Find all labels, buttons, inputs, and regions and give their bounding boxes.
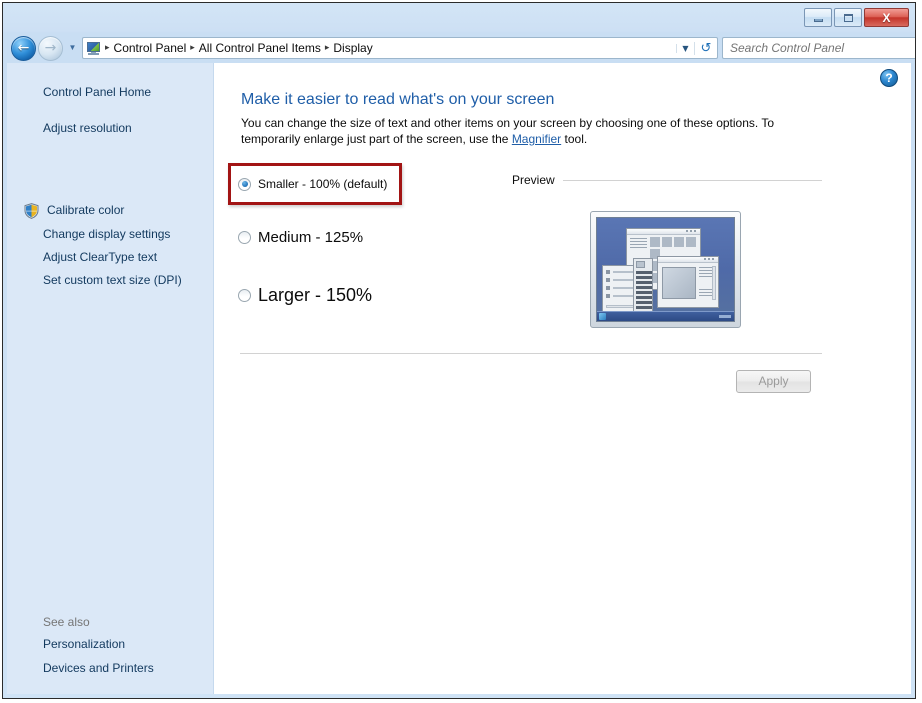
sidebar-item-control-panel-home[interactable]: Control Panel Home (43, 85, 151, 99)
preview-side-lines-top (699, 267, 712, 279)
sidebar-item-set-custom-text-size[interactable]: Set custom text size (DPI) (43, 273, 182, 287)
maximize-icon (843, 13, 853, 22)
preview-content-pane (662, 267, 696, 299)
preview-label: Preview (512, 173, 555, 187)
radio-option-larger[interactable]: Larger - 150% (238, 285, 372, 306)
radio-button-medium[interactable] (238, 231, 251, 244)
apply-section-divider (240, 353, 822, 354)
page-description: You can change the size of text and othe… (241, 115, 781, 147)
preview-taskbar (597, 311, 734, 321)
page-title: Make it easier to read what's on your sc… (241, 91, 555, 108)
search-box[interactable]: ⚲ (722, 37, 915, 59)
preview-system-tray (719, 315, 731, 318)
see-also-label: See also (43, 615, 90, 629)
radio-label-smaller: Smaller - 100% (default) (258, 177, 388, 191)
radio-option-medium[interactable]: Medium - 125% (238, 229, 363, 246)
search-input[interactable] (723, 41, 915, 55)
magnifier-link[interactable]: Magnifier (512, 132, 561, 146)
preview-scrollbar (712, 266, 716, 300)
preview-section-header: Preview (512, 173, 822, 187)
display-preview-thumbnail (590, 211, 741, 328)
minimize-icon (813, 19, 823, 22)
start-orb-icon (599, 313, 606, 320)
description-text-before: You can change the size of text and othe… (241, 116, 775, 146)
forward-button[interactable]: → (38, 35, 63, 61)
client-area: Control Panel Home Adjust resolution Cal… (7, 63, 911, 694)
recent-pages-button[interactable]: ▼ (65, 44, 80, 52)
radio-button-smaller[interactable] (238, 177, 251, 191)
radio-label-larger: Larger - 150% (258, 285, 373, 305)
preview-side-lines-bottom (699, 289, 712, 298)
forward-arrow-icon: → (44, 40, 57, 56)
breadcrumb-item-display[interactable]: Display (330, 40, 375, 56)
address-bar[interactable]: ▸ Control Panel ▸ All Control Panel Item… (82, 37, 718, 59)
preview-window-strip (633, 258, 653, 313)
preview-window-front (657, 256, 719, 308)
close-icon: X (882, 10, 891, 25)
help-icon[interactable]: ? (880, 69, 898, 87)
preview-strip-bars (636, 271, 652, 309)
preview-desktop (596, 217, 735, 322)
sidebar-item-calibrate-color[interactable]: Calibrate color (47, 203, 124, 217)
breadcrumb-item-control-panel[interactable]: Control Panel (111, 40, 190, 56)
sidebar: Control Panel Home Adjust resolution Cal… (7, 63, 214, 694)
sidebar-item-adjust-cleartype-text[interactable]: Adjust ClearType text (43, 250, 157, 264)
maximize-button[interactable] (834, 8, 862, 27)
description-text-after: tool. (561, 132, 588, 146)
address-bar-row: ← → ▼ ▸ Control Panel ▸ All Control Pane… (3, 33, 915, 63)
display-monitor-icon (86, 40, 102, 56)
sidebar-item-adjust-resolution[interactable]: Adjust resolution (43, 121, 132, 135)
sidebar-item-devices-and-printers[interactable]: Devices and Printers (43, 661, 154, 675)
uac-shield-icon (24, 203, 39, 219)
back-button[interactable]: ← (11, 35, 36, 61)
window-controls: X (804, 8, 909, 27)
content-pane: ? Make it easier to read what's on your … (214, 63, 911, 694)
breadcrumb: ▸ Control Panel ▸ All Control Panel Item… (104, 40, 676, 56)
radio-option-smaller[interactable]: Smaller - 100% (default) (238, 177, 387, 191)
address-dropdown-button[interactable]: ▼ (676, 43, 694, 53)
sidebar-item-personalization[interactable]: Personalization (43, 637, 125, 651)
title-bar: X (3, 3, 915, 32)
radio-button-larger[interactable] (238, 289, 251, 302)
radio-label-medium: Medium - 125% (258, 229, 364, 246)
refresh-icon[interactable]: ↺ (694, 41, 717, 55)
control-panel-window: X ← → ▼ ▸ Control Panel ▸ All Control Pa… (2, 2, 916, 699)
preview-divider (562, 179, 822, 181)
breadcrumb-item-all-control-panel-items[interactable]: All Control Panel Items (196, 40, 324, 56)
preview-text-lines (630, 238, 647, 250)
apply-button[interactable]: Apply (736, 370, 811, 393)
minimize-button[interactable] (804, 8, 832, 27)
close-button[interactable]: X (864, 8, 909, 27)
sidebar-item-change-display-settings[interactable]: Change display settings (43, 227, 170, 241)
back-arrow-icon: ← (17, 40, 30, 56)
